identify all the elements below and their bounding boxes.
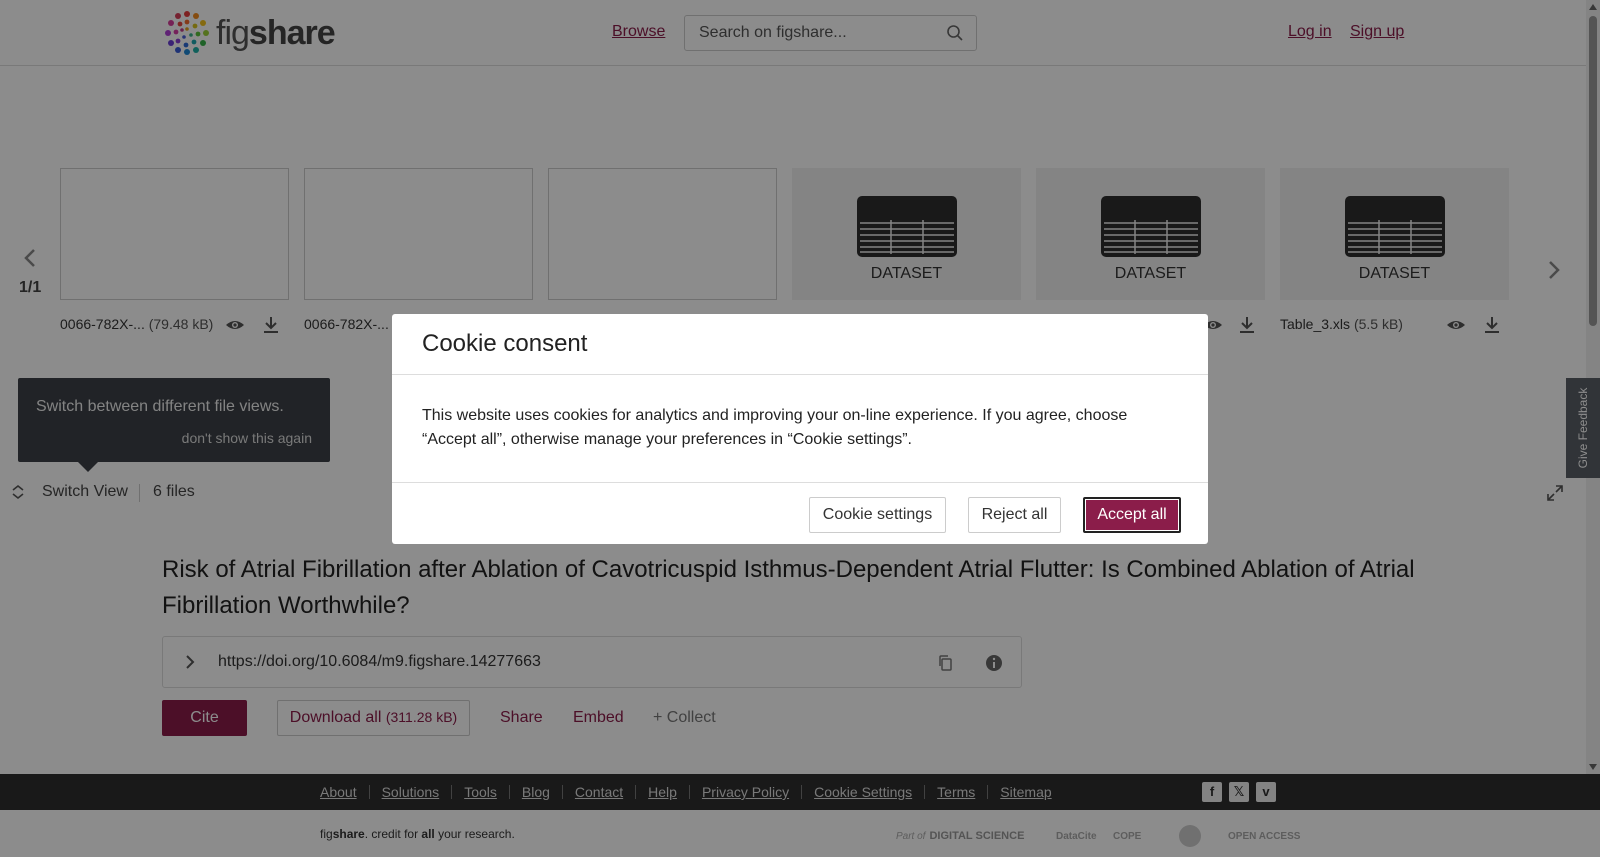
cookie-dialog-text: This website uses cookies for analytics … (422, 407, 1128, 448)
divider (392, 482, 1208, 483)
cookie-dialog-title: Cookie consent (422, 330, 588, 357)
accept-all-button[interactable]: Accept all (1083, 497, 1181, 533)
cookie-settings-button[interactable]: Cookie settings (809, 497, 946, 533)
reject-all-button[interactable]: Reject all (968, 497, 1061, 533)
cookie-consent-dialog: Cookie consent This website uses cookies… (392, 314, 1208, 544)
modal-backdrop[interactable]: Cookie consent This website uses cookies… (0, 0, 1600, 857)
divider (392, 374, 1208, 375)
